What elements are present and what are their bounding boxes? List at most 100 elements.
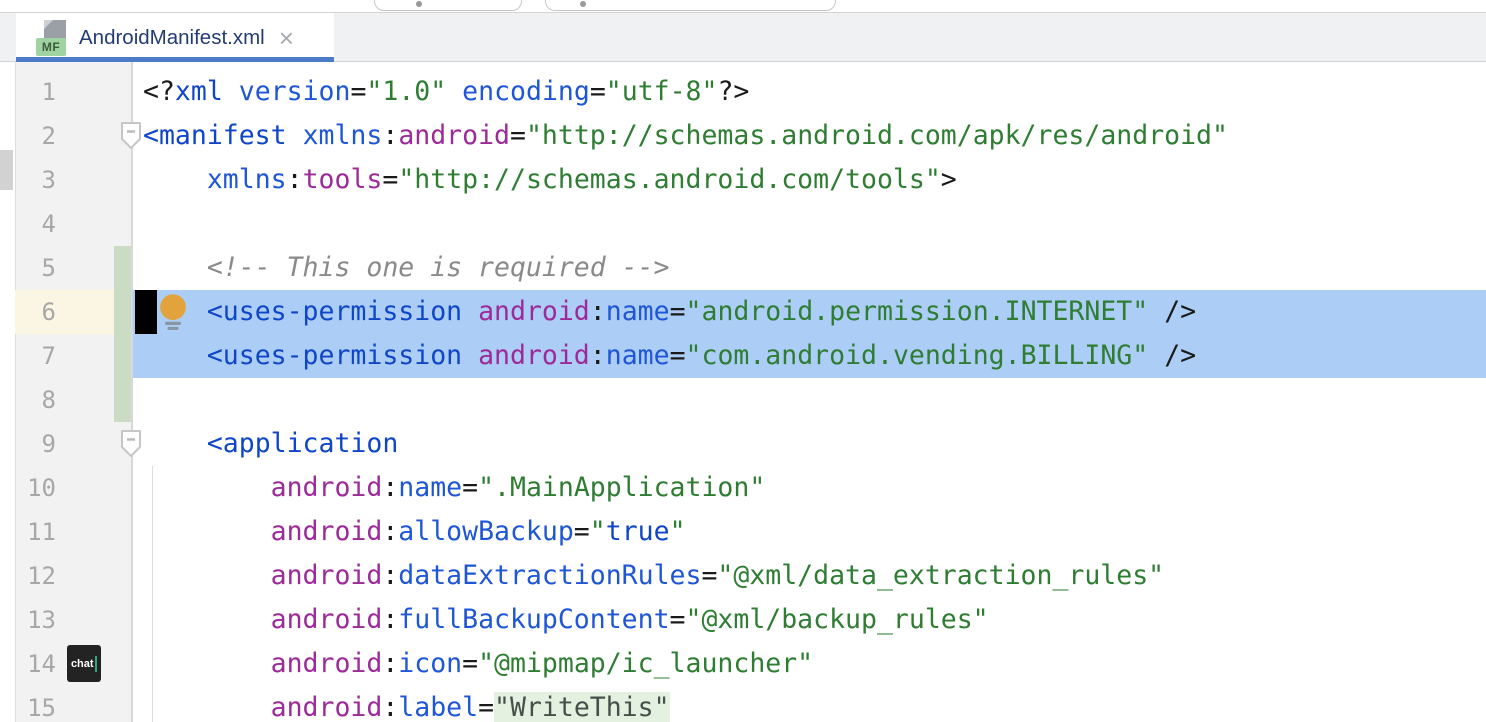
code-line-14[interactable]: android:icon="@mipmap/ic_launcher" [133, 642, 1486, 686]
token-ns: tools [303, 164, 383, 195]
token-plain [287, 120, 303, 151]
lightbulb-icon[interactable] [157, 293, 189, 331]
token-attr: version [239, 76, 351, 107]
token-ns: android [271, 560, 383, 591]
tab-androidmanifest[interactable]: MF AndroidManifest.xml × [16, 13, 334, 62]
code-line-6[interactable]: <uses-permission android:name="android.p… [133, 290, 1486, 334]
line-number: 11 [15, 510, 131, 554]
code-line-8[interactable] [133, 378, 1486, 422]
token-tag: <uses-permission [207, 296, 462, 327]
code-line-3[interactable]: xmlns:tools="http://schemas.android.com/… [133, 158, 1486, 202]
token-string: "http://schemas.android.com/tools" [398, 164, 940, 195]
toolbar-control-left[interactable] [374, 0, 522, 11]
code-line-12[interactable]: android:dataExtractionRules="@xml/data_e… [133, 554, 1486, 598]
token-string: "com.android.vending.BILLING" [686, 340, 1149, 371]
code-line-9[interactable]: <application [133, 422, 1486, 466]
token-ns: android [271, 472, 383, 503]
token-punct: = [462, 648, 478, 679]
token-attr: allowBackup [398, 516, 574, 547]
token-string: "android.permission.INTERNET" [686, 296, 1149, 327]
token-punct: : [382, 472, 398, 503]
token-plain [143, 604, 271, 635]
line-number: 12 [15, 554, 131, 598]
toolbar-control-icon [416, 1, 422, 7]
token-punct: = [382, 164, 398, 195]
token-string: "@xml/backup_rules" [686, 604, 989, 635]
line-number: 1 [15, 70, 131, 114]
token-attr: name [606, 340, 670, 371]
chat-badge-caret [95, 656, 98, 672]
token-string: " [670, 516, 686, 547]
chat-badge[interactable]: chat [67, 645, 101, 682]
code-line-15[interactable]: android:label="WriteThis" [133, 686, 1486, 722]
token-tag: <application [207, 428, 398, 459]
token-string: "http://schemas.android.com/apk/res/andr… [526, 120, 1228, 151]
token-punct: = [350, 76, 366, 107]
token-plain [1148, 340, 1164, 371]
token-punct: : [287, 164, 303, 195]
token-plain [143, 472, 271, 503]
code-line-1[interactable]: <?xml version="1.0" encoding="utf-8"?> [133, 70, 1486, 114]
code-line-2[interactable]: <manifest xmlns:android="http://schemas.… [133, 114, 1486, 158]
code-line-11[interactable]: android:allowBackup="true" [133, 510, 1486, 554]
fold-collapse-icon[interactable] [119, 429, 143, 459]
token-plain [446, 76, 462, 107]
token-string: ".MainApplication" [478, 472, 765, 503]
code-line-13[interactable]: android:fullBackupContent="@xml/backup_r… [133, 598, 1486, 642]
token-comment: <!-- This one is required --> [207, 252, 670, 283]
line-number: 8 [15, 378, 131, 422]
line-number: 3 [15, 158, 131, 202]
token-punct: /> [1164, 340, 1196, 371]
token-punct: : [590, 340, 606, 371]
editor-pane[interactable]: 123456789101112131415 <?xml version="1.0… [0, 62, 1486, 722]
token-punct: = [670, 296, 686, 327]
token-string: " [590, 516, 606, 547]
token-plain [143, 340, 207, 371]
toolbar-control-icon [580, 1, 586, 7]
token-ns: android [398, 120, 510, 151]
line-number: 9 [15, 422, 131, 466]
token-plain [1148, 296, 1164, 327]
code-area[interactable]: <?xml version="1.0" encoding="utf-8"?><m… [133, 70, 1486, 722]
token-tag: <uses-permission [207, 340, 462, 371]
token-punct: ?> [717, 76, 749, 107]
code-line-10[interactable]: android:name=".MainApplication" [133, 466, 1486, 510]
toolbar-control-right[interactable] [545, 0, 836, 11]
token-punct: = [510, 120, 526, 151]
token-plain [143, 252, 207, 283]
token-attr: xmlns [207, 164, 287, 195]
toolbar-partial [0, 0, 1486, 12]
token-res: "WriteThis" [494, 692, 670, 722]
token-attr: encoding [462, 76, 590, 107]
code-line-7[interactable]: <uses-permission android:name="com.andro… [133, 334, 1486, 378]
token-string: "@xml/data_extraction_rules" [717, 560, 1164, 591]
code-line-4[interactable] [133, 202, 1486, 246]
manifest-file-icon-badge: MF [36, 38, 66, 56]
line-number: 7 [15, 334, 131, 378]
token-punct: : [382, 120, 398, 151]
token-tag: <manifest [143, 120, 287, 151]
token-plain [143, 516, 271, 547]
token-string: "utf-8" [606, 76, 718, 107]
token-punct: = [574, 516, 590, 547]
token-punct: = [670, 340, 686, 371]
token-attr: name [398, 472, 462, 503]
left-strip [0, 62, 15, 722]
tab-close-icon[interactable]: × [279, 25, 294, 51]
code-line-5[interactable]: <!-- This one is required --> [133, 246, 1486, 290]
line-number: 15 [15, 686, 131, 722]
token-ns: android [271, 692, 383, 722]
token-plain [143, 692, 271, 722]
token-punct: : [590, 296, 606, 327]
token-attr: dataExtractionRules [398, 560, 701, 591]
fold-collapse-icon[interactable] [119, 121, 143, 151]
token-tag: xml [175, 76, 223, 107]
line-number: 10 [15, 466, 131, 510]
token-plain [462, 340, 478, 371]
token-punct: = [670, 604, 686, 635]
token-punct: = [478, 692, 494, 722]
line-number: 6 [15, 290, 131, 334]
token-attr: label [398, 692, 478, 722]
tab-title: AndroidManifest.xml [79, 26, 265, 50]
left-scrollbar-thumb[interactable] [0, 150, 13, 190]
